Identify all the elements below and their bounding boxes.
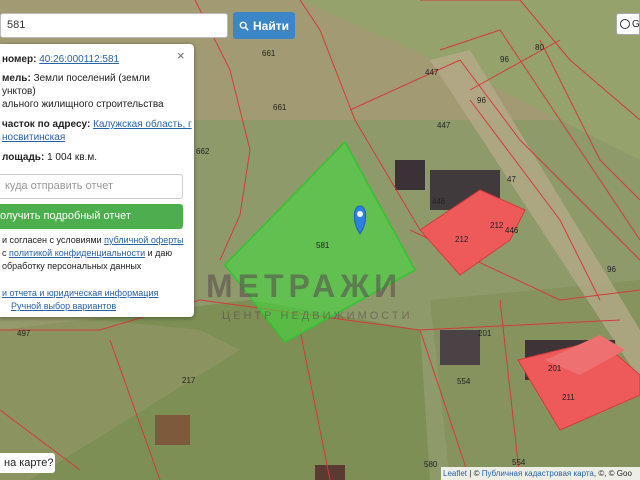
category-value: Земли поселений (земли <box>33 73 150 84</box>
leaflet-link[interactable]: Leaflet <box>443 469 467 478</box>
attribution-sep: | © <box>469 469 480 478</box>
offer-link[interactable]: публичной оферты <box>104 235 184 245</box>
layer-label: Go <box>632 18 640 30</box>
provider-link[interactable]: Публичная кадастровая карта <box>482 469 594 478</box>
consent-text-3: и даю <box>147 248 173 258</box>
search-button-label: Найти <box>253 18 289 33</box>
parcel-info-panel: × номер: 40:26:000112:581 мель: Земли по… <box>0 44 194 317</box>
svg-text:96: 96 <box>477 96 486 105</box>
consent-text: и согласен с условиями <box>2 235 102 245</box>
svg-text:554: 554 <box>457 377 471 386</box>
svg-text:211: 211 <box>562 393 575 402</box>
svg-text:201: 201 <box>548 364 562 373</box>
privacy-link[interactable]: политикой конфиденциальности <box>9 248 145 258</box>
svg-text:661: 661 <box>262 49 276 58</box>
svg-text:447: 447 <box>425 68 439 77</box>
manual-select-link[interactable]: Ручной выбор вариантов <box>11 301 116 311</box>
svg-text:96: 96 <box>500 55 509 64</box>
svg-text:447: 447 <box>437 121 451 130</box>
attribution-rest: , ©, © Goo <box>593 469 632 478</box>
svg-text:581: 581 <box>316 241 330 250</box>
map-question-badge[interactable]: на карте? <box>0 453 55 473</box>
svg-text:662: 662 <box>196 147 210 156</box>
svg-text:554: 554 <box>512 458 526 467</box>
watermark-subtitle: ЦЕНТР НЕДВИЖИМОСТИ <box>222 310 413 322</box>
watermark-title: МЕТРАЖИ <box>206 268 403 304</box>
email-field[interactable]: куда отправить отчет <box>0 174 183 199</box>
usage-value: ального жилищного строительства <box>2 99 164 110</box>
category-label: мель: <box>2 73 31 84</box>
order-report-button[interactable]: олучить подробный отчет <box>0 204 183 229</box>
cad-number-link[interactable]: 40:26:000112:581 <box>39 54 119 65</box>
svg-text:80: 80 <box>535 43 544 52</box>
area-label: лощадь: <box>2 152 45 163</box>
svg-text:212: 212 <box>455 235 469 244</box>
map-attribution: Leaflet | © Публичная кадастровая карта,… <box>441 467 640 480</box>
consent-text-4: обработку персональных данных <box>2 261 142 271</box>
consent-text-2: с <box>2 248 7 258</box>
category-value-2: унктов) <box>2 86 36 97</box>
report-info-link[interactable]: и отчета и юридическая информация <box>2 288 158 298</box>
svg-text:497: 497 <box>17 329 31 338</box>
search-input[interactable]: 581 <box>0 13 228 38</box>
area-value: 1 004 кв.м. <box>47 152 97 163</box>
svg-text:96: 96 <box>607 265 616 274</box>
svg-text:47: 47 <box>507 175 516 184</box>
svg-text:217: 217 <box>182 376 196 385</box>
address-link-2[interactable]: носвитинская <box>2 132 65 143</box>
svg-text:446: 446 <box>505 226 519 235</box>
svg-text:201: 201 <box>478 329 492 338</box>
radio-icon <box>620 19 630 29</box>
search-icon <box>239 21 249 31</box>
close-icon[interactable]: × <box>177 48 185 63</box>
layer-switch[interactable]: Go <box>616 13 640 35</box>
address-label: часток по адресу: <box>2 119 91 130</box>
svg-text:446: 446 <box>432 197 446 206</box>
cad-number-label: номер: <box>2 54 37 65</box>
svg-text:661: 661 <box>273 103 287 112</box>
svg-text:580: 580 <box>424 460 438 469</box>
svg-text:212: 212 <box>490 221 504 230</box>
address-link[interactable]: Калужская область, г <box>93 119 192 130</box>
search-button[interactable]: Найти <box>233 12 295 39</box>
